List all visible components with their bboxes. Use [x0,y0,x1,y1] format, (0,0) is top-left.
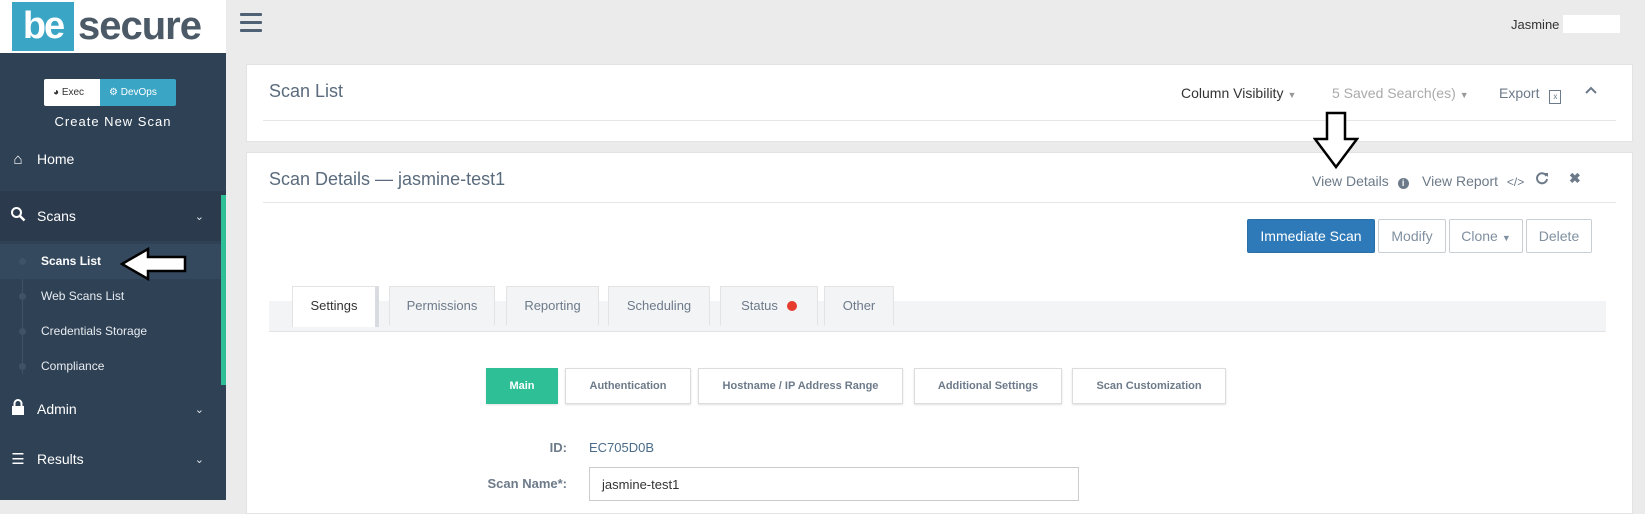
status-alert-dot [786,301,797,311]
subitem-label: Web Scans List [41,289,125,303]
column-visibility-label: Column Visibility [1181,85,1284,101]
chevron-down-icon: ⌄ [194,453,204,466]
bullet-icon [19,363,26,370]
info-circle-icon: i [1397,178,1409,189]
create-new-scan-link[interactable]: Create New Scan [0,114,226,129]
sidebar-item-label: Home [37,151,75,167]
subitem-label: Scans List [41,254,102,268]
subitem-label: Credentials Storage [41,324,148,338]
file-excel-icon: x [1549,90,1562,104]
active-section-indicator [221,195,226,385]
caret-down-icon: ▼ [1459,90,1469,100]
export-button[interactable]: Export x [1499,85,1562,104]
close-icon[interactable]: ✖ [1569,170,1581,187]
exec-label: Exec [61,87,85,98]
mode-toggle: ◕ Exec ⚙ DevOps [44,79,176,106]
scan-name-label: Scan Name*: [487,476,567,491]
tab-settings[interactable]: Settings [292,286,379,327]
sidebar-subitem-compliance[interactable]: Compliance [0,349,221,384]
id-value: EC705D0B [589,440,655,455]
search-icon [10,206,26,226]
column-visibility-dropdown[interactable]: Column Visibility ▼ [1181,85,1296,101]
scan-details-panel: Scan Details — jasmine-test1 View Detail… [246,152,1633,514]
user-menu[interactable]: Jasmine [1511,17,1559,32]
tab-status-label: Status [741,298,778,313]
tab-permissions[interactable]: Permissions [389,286,495,325]
view-report-link[interactable]: View Report </> [1422,173,1524,189]
delete-button[interactable]: Delete [1526,219,1592,253]
sidebar-item-label: Scans [37,208,76,224]
sidebar-item-home[interactable]: ⌂ Home [0,134,226,184]
exec-toggle-button[interactable]: ◕ Exec [44,79,100,106]
tab-scheduling[interactable]: Scheduling [608,286,710,325]
pie-chart-icon: ◕ [53,87,60,98]
view-report-label: View Report [1422,173,1499,189]
saved-searches-dropdown[interactable]: 5 Saved Search(es) ▼ [1332,85,1469,101]
sidebar-item-admin[interactable]: Admin ⌄ [0,384,226,434]
immediate-scan-button[interactable]: Immediate Scan [1247,219,1375,253]
sidebar-item-label: Results [37,451,84,467]
sidebar-subitem-web-scans-list[interactable]: Web Scans List [0,279,221,314]
scan-details-title: Scan Details — jasmine-test1 [269,169,506,189]
view-details-label: View Details [1312,173,1389,189]
caret-down-icon: ▼ [1287,90,1297,100]
chevron-down-icon: ⌄ [194,403,204,416]
sidebar: be secure ◕ Exec ⚙ DevOps Create New Sca… [0,0,226,500]
home-icon: ⌂ [13,150,23,168]
lock-icon [10,399,26,419]
scan-list-panel: Scan List Column Visibility ▼ 5 Saved Sea… [246,64,1633,142]
bullet-icon [19,258,26,265]
id-label: ID: [549,440,567,455]
subtab-scan-customization[interactable]: Scan Customization [1072,368,1226,404]
scan-name-input[interactable]: jasmine-test1 [589,467,1079,501]
logo-wordmark: secure [78,4,202,48]
divider [263,120,1616,121]
subtab-main[interactable]: Main [486,368,558,404]
redacted-username [1563,15,1620,33]
sidebar-item-label: Admin [37,401,77,417]
caret-down-icon: ▼ [1501,233,1511,243]
bullet-icon [19,328,26,335]
saved-searches-label: 5 Saved Search(es) [1332,85,1456,101]
devops-toggle-button[interactable]: ⚙ DevOps [100,79,176,106]
tab-other[interactable]: Other [824,286,894,325]
pointer-arrow-down-icon [1313,111,1359,170]
cogs-icon: ⚙ [109,87,118,98]
refresh-icon[interactable] [1535,171,1549,188]
pointer-arrow-left-icon [120,246,187,282]
export-label: Export [1499,85,1540,101]
tab-status[interactable]: Status [720,286,818,325]
subtab-hostname-ip-range[interactable]: Hostname / IP Address Range [698,368,903,404]
code-icon: </> [1506,175,1525,189]
bullet-icon [19,293,26,300]
topbar: Jasmine [226,0,1645,53]
view-details-link[interactable]: View Details i [1312,173,1409,189]
sidebar-subitem-credentials-storage[interactable]: Credentials Storage [0,314,221,349]
subitem-label: Compliance [41,359,105,373]
hamburger-menu-icon[interactable] [240,13,262,35]
scan-list-title: Scan List [269,81,344,101]
tab-reporting[interactable]: Reporting [506,286,599,325]
divider [263,202,1616,203]
logo-be-mark: be [12,2,74,51]
chevron-down-icon: ⌄ [194,210,204,223]
modify-button[interactable]: Modify [1378,219,1446,253]
subtab-authentication[interactable]: Authentication [565,368,691,404]
clone-dropdown-button[interactable]: Clone ▼ [1449,219,1523,253]
subtab-additional-settings[interactable]: Additional Settings [914,368,1062,404]
sidebar-item-scans[interactable]: Scans ⌄ [0,191,226,241]
sidebar-item-results[interactable]: ☰ Results ⌄ [0,434,226,484]
list-icon: ☰ [11,451,25,468]
devops-label: DevOps [120,87,157,98]
logo[interactable]: be secure [0,0,226,53]
collapse-panel-chevron-up-icon[interactable] [1585,82,1597,98]
clone-label: Clone [1461,228,1498,244]
